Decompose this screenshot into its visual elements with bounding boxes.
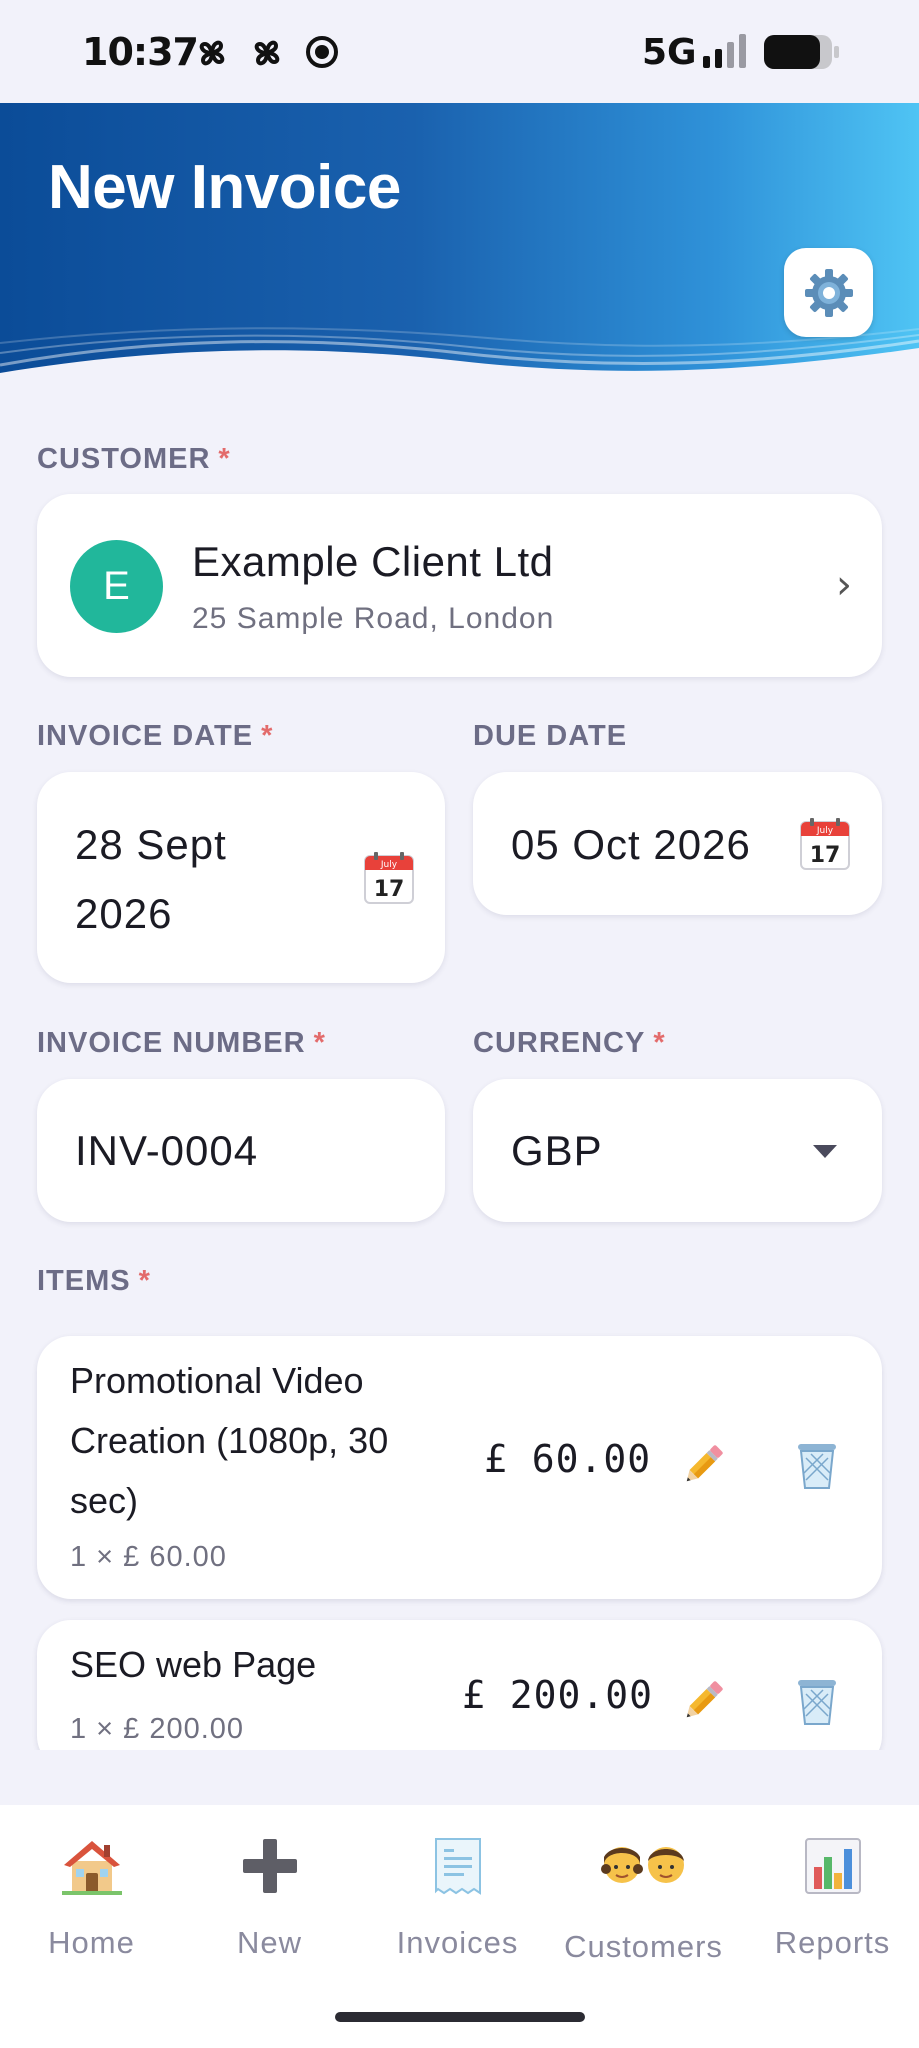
list-item[interactable]: SEO web Page 1 × £ 200.00 £ 200.00: [37, 1620, 882, 1750]
customer-name: Example Client Ltd: [192, 538, 554, 585]
trash-icon[interactable]: [794, 1676, 840, 1726]
item-description-line: Creation (1080p, 30: [70, 1420, 389, 1461]
wave-decoration: [0, 327, 919, 403]
network-label: 5G: [642, 32, 697, 73]
invoice-number-label-text: INVOICE NUMBER: [37, 1027, 306, 1059]
receipt-icon: [434, 1838, 481, 1895]
pencil-icon[interactable]: [678, 1676, 728, 1726]
customer-label: CUSTOMER *: [37, 443, 231, 476]
item-description-line: SEO web Page: [70, 1644, 317, 1685]
status-bar: 10:37 5G: [0, 0, 919, 103]
currency-label-text: CURRENCY: [473, 1027, 646, 1059]
chevron-right-icon: ›: [836, 562, 852, 608]
invoice-date-line2: 2026: [75, 890, 173, 937]
invoice-date-field[interactable]: 28 Sept 2026 July 17: [37, 772, 445, 983]
due-date-label: DUE DATE: [473, 720, 627, 753]
page-title: New Invoice: [48, 153, 401, 222]
trash-icon[interactable]: [794, 1440, 840, 1490]
battery-icon: [764, 35, 839, 69]
required-marker: *: [313, 1027, 326, 1059]
items-list[interactable]: Promotional Video Creation (1080p, 30 se…: [0, 1320, 919, 1750]
status-time: 10:37: [82, 30, 199, 74]
customer-selector[interactable]: E Example Client Ltd 25 Sample Road, Lon…: [37, 494, 882, 677]
pencil-icon[interactable]: [678, 1440, 728, 1490]
required-marker: *: [653, 1027, 666, 1059]
item-quantity: 1 × £ 60.00: [70, 1541, 227, 1573]
nav-label: Customers: [564, 1929, 723, 1964]
people-icon: [600, 1847, 684, 1883]
avatar: E: [70, 540, 163, 633]
calendar-day: 17: [374, 877, 405, 902]
required-marker: *: [218, 443, 231, 475]
nav-label: New: [236, 1925, 302, 1960]
customer-address: 25 Sample Road, London: [192, 602, 555, 635]
nav-label: Reports: [774, 1925, 891, 1960]
calendar-icon: July 17: [800, 818, 850, 870]
items-label-text: ITEMS: [37, 1265, 131, 1297]
nav-home[interactable]: Home: [0, 1805, 183, 1985]
house-icon: [61, 1841, 122, 1895]
signal-icon: [703, 34, 746, 68]
invoice-number-input[interactable]: INV-0004: [37, 1079, 445, 1222]
bar-chart-icon: [804, 1838, 861, 1894]
settings-button[interactable]: [784, 248, 873, 337]
nav-reports[interactable]: Reports: [741, 1805, 919, 1985]
invoice-date-label: INVOICE DATE *: [37, 720, 273, 753]
nav-new[interactable]: New: [178, 1805, 361, 1985]
currency-value: GBP: [511, 1127, 603, 1174]
invoice-number-value: INV-0004: [75, 1127, 259, 1174]
items-label: ITEMS *: [37, 1265, 151, 1298]
invoice-number-label: INVOICE NUMBER *: [37, 1027, 326, 1060]
list-item[interactable]: Promotional Video Creation (1080p, 30 se…: [37, 1336, 882, 1599]
header-banner: [0, 103, 919, 403]
plus-icon: [242, 1839, 297, 1893]
item-description: SEO web Page: [70, 1635, 316, 1695]
calendar-month: July: [380, 860, 398, 870]
calendar-icon: July 17: [364, 852, 414, 904]
record-icon: [306, 36, 338, 68]
item-amount: £ 60.00: [484, 1437, 652, 1481]
currency-label: CURRENCY *: [473, 1027, 666, 1060]
item-description-line: sec): [70, 1480, 139, 1521]
invoice-date-value: 28 Sept 2026: [75, 810, 227, 948]
pinwheel-icon: [199, 40, 225, 66]
nav-invoices[interactable]: Invoices: [366, 1805, 549, 1985]
required-marker: *: [261, 720, 274, 752]
customer-label-text: CUSTOMER: [37, 443, 211, 475]
calendar-day: 17: [810, 843, 841, 868]
due-date-field[interactable]: 05 Oct 2026 July 17: [473, 772, 882, 915]
dropdown-arrow-icon: [813, 1145, 837, 1158]
due-date-value: 05 Oct 2026: [511, 821, 751, 868]
invoice-date-label-text: INVOICE DATE: [37, 720, 254, 752]
invoice-date-line1: 28 Sept: [75, 821, 227, 868]
item-quantity: 1 × £ 200.00: [70, 1713, 245, 1745]
calendar-month: July: [816, 826, 834, 836]
required-marker: *: [138, 1265, 151, 1297]
nav-label: Invoices: [396, 1925, 519, 1960]
item-description: Promotional Video Creation (1080p, 30 se…: [70, 1351, 388, 1531]
item-amount: £ 200.00: [462, 1673, 654, 1717]
nav-label: Home: [48, 1925, 135, 1960]
gear-icon: [804, 268, 853, 317]
pinwheel-icon: [254, 40, 280, 66]
nav-customers[interactable]: Customers: [552, 1805, 735, 1985]
item-description-line: Promotional Video: [70, 1360, 364, 1401]
currency-select[interactable]: GBP: [473, 1079, 882, 1222]
home-indicator: [335, 2012, 585, 2022]
due-date-label-text: DUE DATE: [473, 720, 628, 752]
